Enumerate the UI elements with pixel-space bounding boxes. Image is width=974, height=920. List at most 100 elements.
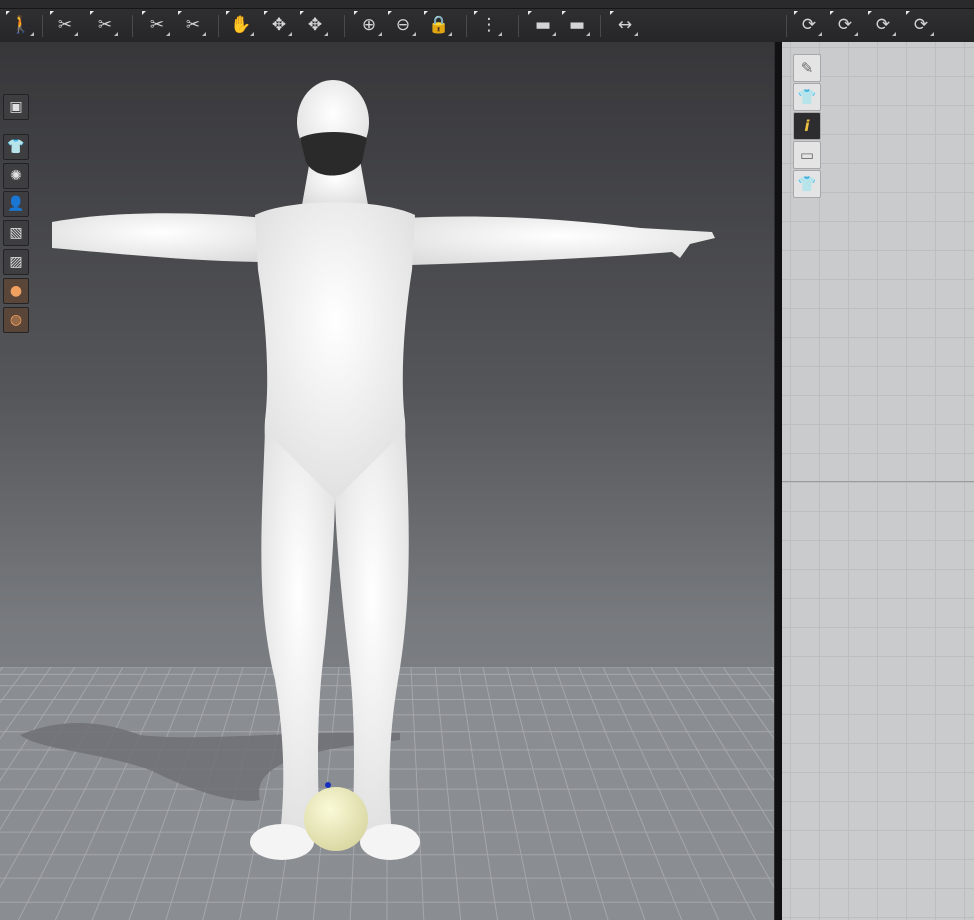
toolbar-separator <box>132 15 133 37</box>
gizmo-point[interactable] <box>325 782 331 788</box>
buttonhole-tool-glyph: ⊖ <box>395 14 411 35</box>
zipper-tool[interactable]: ⋮ <box>474 11 502 38</box>
dropdown-corner-icon <box>854 32 858 36</box>
left-leg <box>261 430 335 838</box>
garment-lock-icon[interactable]: 👕 <box>793 170 821 198</box>
lock-tool-glyph: 🔒 <box>428 14 450 35</box>
walk-pose-tool[interactable]: 🚶 <box>6 11 34 38</box>
dropdown-corner-icon <box>818 32 822 36</box>
check-sew-tool-glyph: ⟳ <box>913 14 929 35</box>
tool-flag-icon <box>264 11 268 15</box>
zipper-tool-glyph: ⋮ <box>480 14 498 35</box>
panel-split-line <box>782 481 974 482</box>
dropdown-corner-icon <box>166 32 170 36</box>
show-avatar-icon[interactable]: 👤 <box>3 191 29 217</box>
dropdown-corner-icon <box>448 32 452 36</box>
skin-display-icon[interactable]: ● <box>3 278 29 304</box>
tool-flag-icon <box>794 11 798 15</box>
sew-tool[interactable]: ⟳ <box>794 11 822 38</box>
dropdown-corner-icon <box>378 32 382 36</box>
3d-garment-view-icon[interactable]: ▣ <box>3 94 29 120</box>
toolbar-separator <box>786 15 787 37</box>
tool-flag-icon <box>528 11 532 15</box>
info-icon[interactable]: i <box>793 112 821 140</box>
tack-tool-glyph: ✥ <box>271 14 287 35</box>
dropdown-corner-icon <box>634 32 638 36</box>
arrange-tool-glyph: ✂ <box>57 14 73 35</box>
walk-pose-tool-glyph: 🚶 <box>10 14 32 35</box>
dropdown-corner-icon <box>892 32 896 36</box>
arrange-tool[interactable]: ✂ <box>50 11 78 38</box>
tool-flag-icon <box>6 11 10 15</box>
show-garment-icon[interactable]: 👕 <box>3 134 29 160</box>
segment-sew-tool-glyph: ⟳ <box>837 14 853 35</box>
pattern-window[interactable]: ✎ 👕 i ▭ 👕 <box>782 42 974 920</box>
sphere-object[interactable] <box>304 787 368 851</box>
dropdown-corner-icon <box>288 32 292 36</box>
show-garment-panel-icon[interactable]: 👕 <box>793 83 821 111</box>
buttonhole-tool[interactable]: ⊖ <box>388 11 416 38</box>
avatar-mesh-icon[interactable]: ◍ <box>3 307 29 333</box>
dropdown-corner-icon <box>412 32 416 36</box>
tool-flag-icon <box>868 11 872 15</box>
top-menu-strip <box>0 0 974 9</box>
edit-curve-tool[interactable]: ✂ <box>178 11 206 38</box>
tool-flag-icon <box>562 11 566 15</box>
transform-tool-glyph: ✂ <box>97 14 113 35</box>
texture-tool[interactable]: ▬ <box>562 11 590 38</box>
measure-tool[interactable]: ↔ <box>610 11 638 38</box>
lock-tool[interactable]: 🔒 <box>424 11 452 38</box>
tool-flag-icon <box>178 11 182 15</box>
dropdown-corner-icon <box>114 32 118 36</box>
free-sew-tool[interactable]: ⟳ <box>868 11 896 38</box>
pattern-view-icon[interactable]: ▭ <box>793 141 821 169</box>
texture-tool-glyph: ▬ <box>568 14 586 35</box>
dropdown-corner-icon <box>250 32 254 36</box>
tool-flag-icon <box>610 11 614 15</box>
fold-tool[interactable]: ✋ <box>226 11 254 38</box>
check-sew-tool[interactable]: ⟳ <box>906 11 934 38</box>
toolbar-separator <box>518 15 519 37</box>
edit-curve-tool-glyph: ✂ <box>185 14 201 35</box>
sew-tool-glyph: ⟳ <box>801 14 817 35</box>
3d-viewport[interactable]: ▣ 👕 ✺ 👤 ▧ ▨ ● ◍ <box>0 42 774 920</box>
dropdown-corner-icon <box>202 32 206 36</box>
tool-flag-icon <box>830 11 834 15</box>
fabric-tool[interactable]: ▬ <box>528 11 556 38</box>
main-toolbar: 🚶 ✂ ✂ ✂ ✂ ✋ ✥ ✥ ⊕ ⊖ 🔒 ⋮ ▬ ▬ ↔ ⟳ ⟳ ⟳ ⟳ <box>0 9 974 43</box>
right-arm <box>405 216 715 265</box>
tool-flag-icon <box>424 11 428 15</box>
button-tool-glyph: ⊕ <box>361 14 377 35</box>
tool-flag-icon <box>226 11 230 15</box>
right-foot <box>360 824 420 860</box>
toolbar-separator <box>466 15 467 37</box>
dropdown-corner-icon <box>74 32 78 36</box>
segment-sew-tool[interactable]: ⟳ <box>830 11 858 38</box>
pin-tool-glyph: ✥ <box>307 14 323 35</box>
texture-view-icon[interactable]: ▨ <box>3 249 29 275</box>
button-tool[interactable]: ⊕ <box>354 11 382 38</box>
pin-tool[interactable]: ✥ <box>300 11 328 38</box>
tool-flag-icon <box>50 11 54 15</box>
dropdown-corner-icon <box>498 32 502 36</box>
tack-tool[interactable]: ✥ <box>264 11 292 38</box>
dropdown-corner-icon <box>30 32 34 36</box>
tool-flag-icon <box>90 11 94 15</box>
transform-tool[interactable]: ✂ <box>90 11 118 38</box>
fold-tool-glyph: ✋ <box>230 14 252 35</box>
avatar-figure[interactable] <box>0 42 774 920</box>
fabric-view-icon[interactable]: ▧ <box>3 220 29 246</box>
tool-flag-icon <box>474 11 478 15</box>
dropdown-corner-icon <box>552 32 556 36</box>
dropdown-corner-icon <box>586 32 590 36</box>
show-particles-icon[interactable]: ✺ <box>3 163 29 189</box>
tool-flag-icon <box>142 11 146 15</box>
left-arm <box>52 213 270 262</box>
measure-tool-glyph: ↔ <box>617 14 633 35</box>
toolbar-separator <box>42 15 43 37</box>
tool-flag-icon <box>388 11 392 15</box>
tool-flag-icon <box>354 11 358 15</box>
edit-pattern-tool[interactable]: ✂ <box>142 11 170 38</box>
edit-texture-icon[interactable]: ✎ <box>793 54 821 82</box>
dropdown-corner-icon <box>930 32 934 36</box>
